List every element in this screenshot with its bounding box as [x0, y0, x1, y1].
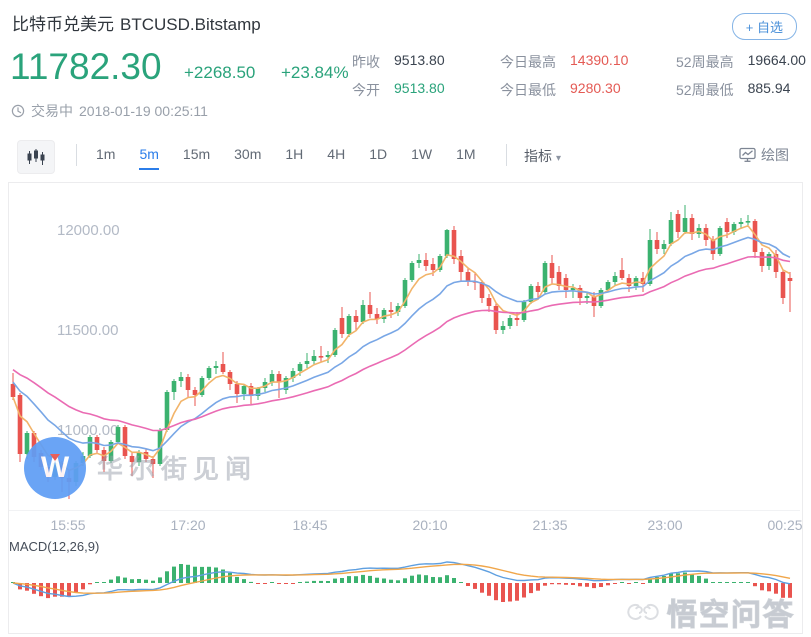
- x-axis-tick: 18:45: [292, 517, 327, 533]
- add-watchlist-button[interactable]: + 自选: [732, 13, 797, 40]
- x-axis-tick: 20:10: [412, 517, 447, 533]
- price-change: +2268.50: [184, 63, 255, 83]
- wallstreetcn-logo: W: [24, 437, 86, 499]
- price-change-percent: +23.84%: [281, 63, 349, 83]
- timeframe-tabs: 1m 5m 15m 30m 1H 4H 1D 1W 1M: [96, 146, 476, 170]
- stat-52w-low: 52周最低 885.94: [676, 80, 811, 99]
- timeframe-tab-5m[interactable]: 5m: [139, 146, 158, 170]
- x-axis-tick: 21:35: [532, 517, 567, 533]
- stat-52w-high: 52周最高 19664.00: [676, 52, 811, 71]
- timeframe-tab-1w[interactable]: 1W: [411, 146, 432, 170]
- timeframe-tab-1mo[interactable]: 1M: [456, 146, 475, 170]
- quote-datetime: 2018-01-19 00:25:11: [79, 103, 208, 119]
- timeframe-tab-15m[interactable]: 15m: [183, 146, 210, 170]
- axis-separator: [9, 510, 800, 511]
- clock-icon: [11, 104, 25, 118]
- instrument-symbol: BTCUSD.Bitstamp: [120, 15, 261, 34]
- chart-panel[interactable]: [8, 182, 803, 634]
- stat-open: 今开 9513.80: [352, 80, 500, 99]
- x-axis-tick: 23:00: [647, 517, 682, 533]
- timeframe-tab-1d[interactable]: 1D: [369, 146, 387, 170]
- timeframe-tab-1m[interactable]: 1m: [96, 146, 115, 170]
- stat-day-low: 今日最低 9280.30: [500, 80, 676, 99]
- last-price: 11782.30: [10, 46, 162, 88]
- x-axis-tick: 00:25: [767, 517, 802, 533]
- timeframe-tab-4h[interactable]: 4H: [327, 146, 345, 170]
- stat-prev-close: 昨收 9513.80: [352, 52, 500, 71]
- chart-toolbar: 1m 5m 15m 30m 1H 4H 1D 1W 1M 指标▾ 绘图: [0, 136, 811, 178]
- market-status-row: 交易中 2018-01-19 00:25:11: [11, 101, 208, 121]
- draw-tools-button[interactable]: 绘图: [739, 145, 789, 165]
- y-axis-tick: 12000.00: [57, 222, 120, 239]
- wallstreetcn-watermark: 华尔街见闻: [97, 449, 257, 486]
- chevron-down-icon: ▾: [556, 153, 561, 164]
- toolbar-divider: [76, 144, 77, 166]
- logo-triangle: [50, 454, 60, 461]
- x-axis-tick: 17:20: [170, 517, 205, 533]
- timeframe-tab-1h[interactable]: 1H: [285, 146, 303, 170]
- candlestick-icon: [26, 148, 46, 166]
- x-axis-tick: 15:55: [50, 517, 85, 533]
- indicators-dropdown[interactable]: 指标▾: [524, 146, 561, 166]
- timeframe-tab-30m[interactable]: 30m: [234, 146, 261, 170]
- wukong-logo-icon: [625, 596, 661, 628]
- draw-chart-icon: [739, 147, 756, 163]
- toolbar-divider: [506, 144, 507, 166]
- y-axis-tick: 11000.00: [57, 422, 118, 439]
- y-axis-tick: 11500.00: [57, 322, 118, 339]
- instrument-name: 比特币兑美元: [12, 15, 114, 34]
- quote-stats: 昨收 9513.80 今开 9513.80 今日最高 14390.10 今日最低…: [352, 52, 811, 99]
- stat-day-high: 今日最高 14390.10: [500, 52, 676, 71]
- wukong-watermark: 悟空问答: [625, 590, 795, 634]
- macd-indicator-label: MACD(12,26,9): [9, 539, 99, 554]
- market-status: 交易中: [31, 101, 73, 121]
- page-title: 比特币兑美元 BTCUSD.Bitstamp: [12, 10, 261, 35]
- trading-app: 比特币兑美元 BTCUSD.Bitstamp + 自选 11782.30 +226…: [0, 0, 811, 637]
- chart-type-button[interactable]: [17, 140, 55, 174]
